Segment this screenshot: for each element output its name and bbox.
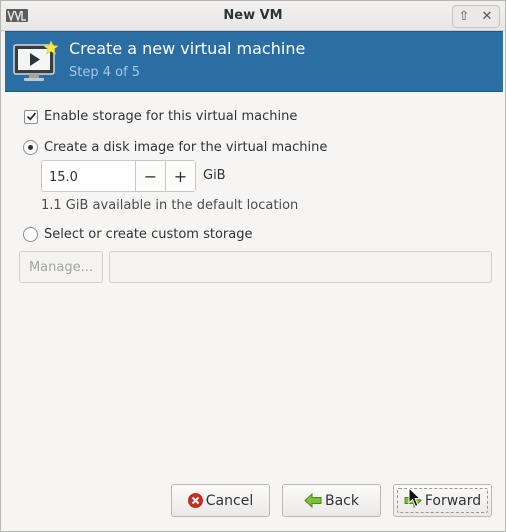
size-unit-label: GiB [203,168,226,183]
titlebar-button-group: ⇧ ✕ [452,5,500,28]
available-space-text: 1.1 GiB available in the default locatio… [41,198,299,213]
banner-title: Create a new virtual machine [69,39,306,58]
titlebar[interactable]: New VM ⇧ ✕ [1,1,505,31]
disk-image-option-label: Create a disk image for the virtual mach… [44,140,328,155]
forward-button-label: Forward [424,492,482,509]
disk-image-radio[interactable] [23,140,38,155]
disk-size-input[interactable] [42,161,135,193]
cancel-button[interactable]: Cancel [171,484,270,517]
monitor-play-icon [13,40,59,81]
manage-storage-button[interactable]: Manage... [19,251,103,283]
window-title: New VM [223,8,283,23]
checkmark-icon [26,112,36,121]
cancel-button-label: Cancel [205,492,254,509]
wizard-header-banner: Create a new virtual machine Step 4 of 5 [5,31,503,92]
new-vm-window: New VM ⇧ ✕ Create a new virtual machine … [0,0,506,532]
mouse-pointer-icon [408,487,422,508]
increment-size-button[interactable]: + [165,161,195,191]
plus-icon: + [173,166,188,186]
custom-storage-radio[interactable] [23,227,38,242]
back-button-label: Back [325,492,359,509]
minus-icon: − [143,166,158,186]
enable-storage-checkbox[interactable] [24,109,38,124]
enable-storage-label: Enable storage for this virtual machine [44,109,298,124]
decrement-size-button[interactable]: − [135,161,165,191]
back-arrow-icon [304,493,322,508]
custom-storage-path-field[interactable] [109,251,492,283]
close-icon: ✕ [481,9,493,24]
custom-storage-option-row[interactable]: Select or create custom storage [23,227,252,242]
enable-storage-row[interactable]: Enable storage for this virtual machine [24,109,297,124]
maximize-icon: ⇧ [458,9,470,24]
disk-image-option-row[interactable]: Create a disk image for the virtual mach… [23,140,327,155]
disk-size-spinbutton: − + [41,160,196,193]
manage-button-label: Manage... [28,259,94,275]
radio-selected-dot [28,145,33,150]
close-window-button[interactable]: ✕ [476,6,498,27]
maximize-button[interactable]: ⇧ [453,6,475,27]
back-button[interactable]: Back [282,484,381,517]
cancel-icon [187,493,203,508]
step-indicator: Step 4 of 5 [69,65,141,80]
custom-storage-option-label: Select or create custom storage [44,227,253,242]
